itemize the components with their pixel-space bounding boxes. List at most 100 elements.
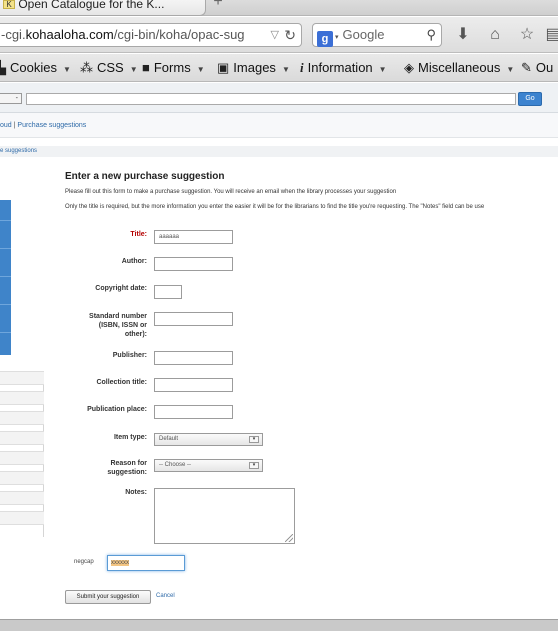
purchase-suggestions-link[interactable]: Purchase suggestions <box>17 122 86 129</box>
item-type-label: Item type: <box>113 434 147 441</box>
download-icon[interactable]: ⬇ <box>454 26 472 44</box>
bookmark-star-icon[interactable]: ☆ <box>518 26 536 44</box>
chevron-down-icon: ▼ <box>196 65 205 74</box>
sidebar-list <box>0 371 44 537</box>
collection-title-label: Collection title: <box>96 379 147 386</box>
publisher-field[interactable] <box>154 351 233 365</box>
chevron-down-icon: ▼ <box>281 65 290 74</box>
css-wand-icon: ⁂ <box>80 60 93 75</box>
notes-textarea[interactable] <box>154 488 295 544</box>
google-icon[interactable]: g <box>317 31 333 47</box>
title-field[interactable]: aaaaaa <box>154 230 233 244</box>
reason-label-line: Reason for <box>110 460 147 467</box>
chevron-down-icon: ▼ <box>129 65 138 74</box>
search-icon[interactable]: ⚲ <box>426 24 436 46</box>
intro-text-required: Only the title is required, but the more… <box>65 204 485 210</box>
sidebar-item[interactable] <box>0 471 44 485</box>
pencil-icon: ✎ <box>521 60 532 75</box>
author-label: Author: <box>121 258 147 265</box>
reload-icon[interactable]: ↻ <box>284 24 296 46</box>
browser-tab-bar: K Open Catalogue for the K... + <box>0 0 558 16</box>
toolbar-cookies[interactable]: ▙ Cookies ▼ <box>0 60 71 78</box>
collection-title-field[interactable] <box>154 378 233 392</box>
box-icon: ◈ <box>404 60 414 75</box>
cancel-link[interactable]: Cancel <box>156 593 175 599</box>
standard-number-field[interactable] <box>154 312 233 326</box>
url-path: /cgi-bin/koha/opac-sug <box>113 27 245 42</box>
toolbar-miscellaneous[interactable]: ◈ Miscellaneous ▼ <box>404 60 514 78</box>
breadcrumb-purchase-suggestions[interactable]: e suggestions <box>0 148 37 154</box>
toolbar-label: Ou <box>535 60 554 75</box>
standard-number-label-line: Standard number <box>89 313 147 320</box>
item-type-value: Default <box>159 436 179 442</box>
negcap-field[interactable]: xxxxxx <box>107 555 185 571</box>
search-bar[interactable]: g ▾ Google ⚲ <box>312 23 442 47</box>
sidebar-divider <box>0 276 11 277</box>
sidebar-item[interactable] <box>0 371 44 385</box>
koha-favicon-icon: K <box>3 0 15 9</box>
toolbar-label: Information <box>307 60 373 75</box>
toolbar-images[interactable]: ▣ Images ▼ <box>217 60 290 78</box>
negcap-label: negcap <box>74 559 94 565</box>
submit-suggestion-button[interactable]: Submit your suggestion <box>65 590 151 604</box>
toolbar-outline[interactable]: ✎ Ou <box>521 60 553 76</box>
search-engine-name: Google <box>342 27 385 42</box>
browser-status-bar <box>0 619 558 631</box>
new-tab-button[interactable]: + <box>210 0 226 10</box>
url-host: kohaaloha.com <box>25 27 114 42</box>
sidebar-divider <box>0 332 11 333</box>
toolbar-information[interactable]: i Information ▼ <box>300 60 387 78</box>
standard-number-label-line: (ISBN, ISSN or <box>98 322 147 329</box>
reason-value: -- Choose -- <box>159 462 192 468</box>
url-bar[interactable]: -cgi.kohaaloha.com/cgi-bin/koha/opac-sug… <box>0 23 302 47</box>
dropdown-arrow-icon[interactable]: ▽ <box>271 24 279 46</box>
information-icon: i <box>300 60 304 75</box>
go-button[interactable]: Go <box>518 92 542 106</box>
browser-tab[interactable]: K Open Catalogue for the K... <box>0 0 206 16</box>
item-type-select[interactable]: Default ▾ <box>154 433 263 446</box>
standard-number-label: Standard number (ISBN, ISSN or other): <box>65 312 147 339</box>
chevron-down-icon: ▾ <box>249 462 259 469</box>
url-prefix: -cgi. <box>1 27 26 42</box>
toolbar-forms[interactable]: ■ Forms ▼ <box>142 60 205 78</box>
negcap-value: xxxxxx <box>111 560 129 566</box>
sidebar-item[interactable] <box>0 491 44 505</box>
sidebar-divider <box>0 220 11 221</box>
tab-title: Open Catalogue for the K... <box>18 0 165 11</box>
reason-select[interactable]: -- Choose -- ▾ <box>154 459 263 472</box>
sidebar-item[interactable] <box>0 511 44 525</box>
catalog-search-input[interactable] <box>26 93 516 105</box>
user-menu-sidebar <box>0 200 11 355</box>
publication-place-field[interactable] <box>154 405 233 419</box>
chevron-down-icon: ▾ <box>249 436 259 443</box>
library-select[interactable]: - <box>0 93 22 104</box>
toolbar-label: CSS <box>97 60 124 75</box>
title-label: Title: <box>130 231 147 238</box>
copyright-date-label: Copyright date: <box>95 285 147 292</box>
toolbar-label: Miscellaneous <box>418 60 501 75</box>
publisher-label: Publisher: <box>112 352 147 359</box>
sidebar-item[interactable] <box>0 451 44 465</box>
page-title: Enter a new purchase suggestion <box>65 171 225 182</box>
cookie-icon: ▙ <box>0 60 6 75</box>
toolbar-label: Forms <box>153 60 191 75</box>
notes-label: Notes: <box>125 489 147 496</box>
home-icon[interactable]: ⌂ <box>486 26 504 44</box>
reason-label: Reason for suggestion: <box>65 459 147 477</box>
cloud-link[interactable]: oud <box>0 122 12 129</box>
bookmarks-list-icon[interactable]: ▤ <box>544 26 558 44</box>
resize-grip-icon[interactable] <box>285 534 293 542</box>
sidebar-item[interactable] <box>0 391 44 405</box>
publication-place-label: Publication place: <box>87 406 147 413</box>
toolbar-css[interactable]: ⁂ CSS ▼ <box>80 60 138 78</box>
toolbar-label: Cookies <box>10 60 57 75</box>
copyright-date-field[interactable] <box>154 285 182 299</box>
sidebar-item[interactable] <box>0 431 44 445</box>
sidebar-item[interactable] <box>0 411 44 425</box>
opac-user-links: oud | Purchase suggestions <box>0 113 558 138</box>
web-developer-toolbar: ▙ Cookies ▼ ⁂ CSS ▼ ■ Forms ▼ ▣ Images ▼ i Inform… <box>0 54 558 82</box>
image-icon: ▣ <box>217 60 230 75</box>
breadcrumb: e suggestions <box>0 146 558 157</box>
author-field[interactable] <box>154 257 233 271</box>
engine-dropdown-icon[interactable]: ▾ <box>335 34 339 41</box>
